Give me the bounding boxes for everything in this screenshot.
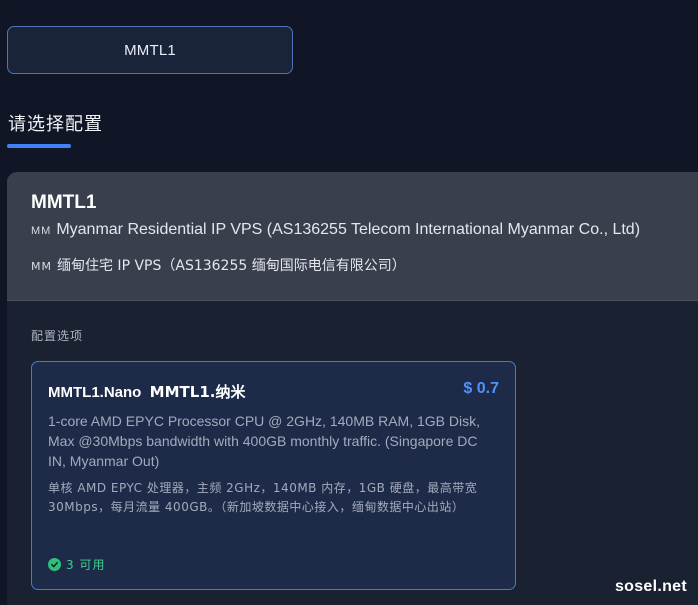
product-description-en-text: Myanmar Residential IP VPS (AS136255 Tel…	[56, 221, 641, 238]
plan-description-zh: 单核 AMD EPYC 处理器，主频 2GHz，140MB 内存，1GB 硬盘，…	[48, 481, 478, 514]
plan-card-mmtl1-nano[interactable]: MMTL1.Nano MMTL1.纳米 $ 0.7 1-core AMD EPY…	[31, 361, 516, 590]
page: MMTL1 请选择配置 MMTL1 MM Myanmar Residential …	[0, 0, 698, 605]
plan-name-zh: MMTL1.纳米	[149, 383, 246, 401]
stock-status-text: 3 可用	[66, 558, 106, 572]
product-name: MMTL1	[31, 192, 97, 213]
product-description-zh-text: 缅甸住宅 IP VPS（AS136255 缅甸国际电信有限公司）	[56, 258, 406, 274]
product-description-en: MM Myanmar Residential IP VPS (AS136255 T…	[31, 221, 640, 239]
check-circle-icon	[48, 558, 61, 571]
product-header: MMTL1 MM Myanmar Residential IP VPS (AS13…	[7, 172, 698, 301]
plan-name: MMTL1.Nano MMTL1.纳米	[48, 381, 245, 402]
plan-name-en: MMTL1.Nano	[48, 384, 142, 401]
myanmar-flag-icon: MM	[31, 225, 52, 237]
myanmar-flag-icon: MM	[31, 260, 52, 273]
plan-price: $ 0.7	[463, 380, 499, 397]
product-group-tab-label: MMTL1	[124, 41, 176, 59]
stock-status: 3 可用	[48, 556, 105, 573]
product-card: MMTL1 MM Myanmar Residential IP VPS (AS13…	[7, 172, 698, 605]
plan-description-en: 1-core AMD EPYC Processor CPU @ 2GHz, 14…	[48, 413, 480, 469]
product-description-zh: MM 缅甸住宅 IP VPS（AS136255 缅甸国际电信有限公司）	[31, 255, 406, 275]
config-options-label: 配置选项	[31, 329, 84, 343]
product-group-tab-mmtl1[interactable]: MMTL1	[7, 26, 293, 74]
section-title-underline	[7, 144, 71, 148]
watermark: sosel.net	[614, 578, 687, 595]
section-title: 请选择配置	[8, 114, 103, 135]
